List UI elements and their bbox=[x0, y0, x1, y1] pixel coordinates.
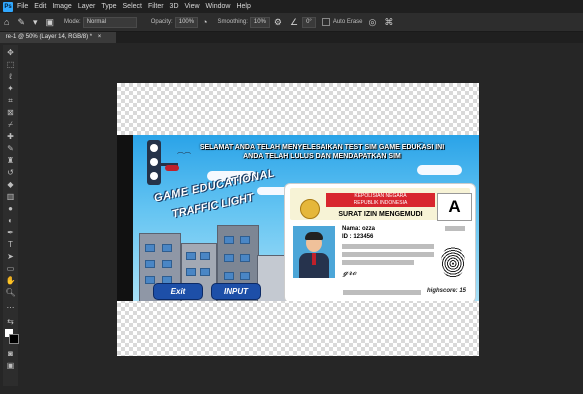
exit-button[interactable]: Exit bbox=[153, 283, 203, 300]
document-tab[interactable]: re-1 @ 50% (Layer 14, RGB/8) * × bbox=[0, 32, 116, 43]
menu-window[interactable]: Window bbox=[206, 3, 231, 10]
banner-line-2: ANDA TELAH LULUS DAN MENDAPATKAN SIM bbox=[243, 153, 401, 160]
info-bar bbox=[445, 226, 465, 231]
menu-select[interactable]: Select bbox=[123, 3, 142, 10]
background-color-swatch[interactable] bbox=[9, 334, 19, 344]
gradient-tool-icon[interactable]: ▥ bbox=[3, 192, 18, 202]
eraser-tool-icon[interactable]: ◆ bbox=[3, 180, 18, 190]
smoothing-options-icon[interactable]: ⚙ bbox=[274, 17, 282, 28]
angle-field[interactable]: 0° bbox=[302, 16, 316, 28]
completion-banner: SELAMAT ANDA TELAH MENYELESAIKAN TEST SI… bbox=[191, 143, 453, 161]
brush-preset-icon[interactable]: ▾ bbox=[33, 17, 38, 28]
license-authority: KEPOLISIAN NEGARA REPUBLIK INDONESIA bbox=[326, 193, 435, 207]
mode-label: Mode: bbox=[64, 19, 81, 25]
menu-type[interactable]: Type bbox=[101, 3, 116, 10]
brush-settings-icon[interactable]: ▣ bbox=[46, 17, 55, 28]
menu-edit[interactable]: Edit bbox=[34, 3, 46, 10]
type-tool-icon[interactable]: T bbox=[3, 240, 18, 250]
history-brush-tool-icon[interactable]: ↺ bbox=[3, 168, 18, 178]
lasso-tool-icon[interactable]: ℓ bbox=[3, 72, 18, 82]
highscore-text: highscore: 15 bbox=[427, 288, 467, 294]
fingerprint-icon bbox=[441, 246, 465, 278]
authority-line-1: KEPOLISIAN NEGARA bbox=[354, 193, 407, 199]
zoom-tool-icon[interactable]: 🔍︎ bbox=[3, 288, 18, 298]
license-title: SURAT IZIN MENGEMUDI bbox=[338, 211, 423, 218]
pressure-size-icon[interactable]: ◎ bbox=[369, 17, 377, 28]
car-icon bbox=[165, 165, 179, 171]
traffic-light-icon bbox=[147, 140, 161, 185]
info-bar bbox=[342, 260, 414, 265]
document-tabbar: re-1 @ 50% (Layer 14, RGB/8) * × bbox=[0, 32, 583, 43]
menu-help[interactable]: Help bbox=[236, 3, 250, 10]
more-tools-icon[interactable]: ⋯ bbox=[3, 303, 18, 313]
healing-brush-tool-icon[interactable]: ✚ bbox=[3, 132, 18, 142]
home-icon[interactable]: ⌂ bbox=[4, 17, 9, 27]
menu-filter[interactable]: Filter bbox=[148, 3, 164, 10]
menu-view[interactable]: View bbox=[185, 3, 200, 10]
swap-colors-icon[interactable]: ⇆ bbox=[3, 317, 18, 327]
screen-mode-icon[interactable]: ▣ bbox=[3, 361, 18, 371]
clone-stamp-tool-icon[interactable]: ♜ bbox=[3, 156, 18, 166]
symmetry-icon[interactable]: ⌘ bbox=[384, 17, 393, 28]
angle-icon[interactable]: ∠ bbox=[290, 17, 298, 28]
options-bar: ⌂ ✎ ▾ ▣ Mode: Normal Opacity: 100% ◔ Smo… bbox=[0, 13, 583, 32]
move-tool-icon[interactable]: ✥ bbox=[3, 48, 18, 58]
tools-panel: ✥ ⬚ ℓ ✦ ⌗ ⊠ ⌿ ✚ ✎ ♜ ↺ ◆ ▥ ● ◐ ✒ T ➤ ▭ ✋ … bbox=[3, 45, 19, 386]
frame-tool-icon[interactable]: ⊠ bbox=[3, 108, 18, 118]
banner-line-1: SELAMAT ANDA TELAH MENYELESAIKAN TEST SI… bbox=[199, 144, 445, 151]
crop-tool-icon[interactable]: ⌗ bbox=[3, 96, 18, 106]
opacity-label: Opacity: bbox=[150, 19, 173, 25]
dodge-tool-icon[interactable]: ◐ bbox=[3, 216, 18, 226]
document-tab-title: re-1 @ 50% (Layer 14, RGB/8) * bbox=[4, 34, 93, 40]
pressure-opacity-icon[interactable]: ◔ bbox=[202, 17, 207, 27]
rectangle-tool-icon[interactable]: ▭ bbox=[3, 264, 18, 274]
brush-tool-icon[interactable]: ✎ bbox=[17, 17, 25, 28]
driver-license-card: KEPOLISIAN NEGARA REPUBLIK INDONESIA SUR… bbox=[284, 183, 476, 301]
holder-name: Nama: ozza bbox=[342, 226, 376, 232]
bird-icon: ⌒⌒ bbox=[177, 153, 191, 160]
menu-bar: Ps File Edit Image Layer Type Select Fil… bbox=[0, 0, 583, 13]
holder-photo bbox=[293, 226, 335, 278]
building bbox=[257, 255, 287, 301]
pen-tool-icon[interactable]: ✒ bbox=[3, 228, 18, 238]
close-icon[interactable]: × bbox=[98, 34, 102, 40]
smoothing-label: Smoothing: bbox=[217, 19, 248, 25]
auto-erase-label: Auto Erase bbox=[332, 19, 363, 25]
quick-mask-icon[interactable]: ◙ bbox=[3, 349, 18, 359]
input-button[interactable]: INPUT bbox=[211, 283, 261, 300]
cloud bbox=[417, 165, 462, 175]
blur-tool-icon[interactable]: ● bbox=[3, 204, 18, 214]
magic-wand-tool-icon[interactable]: ✦ bbox=[3, 84, 18, 94]
eyedropper-tool-icon[interactable]: ⌿ bbox=[3, 120, 18, 130]
photoshop-logo[interactable]: Ps bbox=[3, 1, 13, 12]
menu-layer[interactable]: Layer bbox=[78, 3, 96, 10]
police-emblem-icon bbox=[300, 199, 320, 219]
info-bar bbox=[342, 244, 434, 249]
marquee-tool-icon[interactable]: ⬚ bbox=[3, 60, 18, 70]
opacity-field[interactable]: 100% bbox=[174, 16, 199, 28]
path-selection-tool-icon[interactable]: ➤ bbox=[3, 252, 18, 262]
left-black-band bbox=[117, 135, 133, 301]
auto-erase-checkbox[interactable] bbox=[321, 18, 330, 26]
info-bar bbox=[343, 290, 421, 295]
hand-tool-icon[interactable]: ✋ bbox=[3, 276, 18, 286]
license-header: KEPOLISIAN NEGARA REPUBLIK INDONESIA SUR… bbox=[290, 188, 472, 221]
license-grade: A bbox=[437, 193, 472, 221]
brush-tool-icon-active[interactable]: ✎ bbox=[3, 144, 18, 154]
info-bar bbox=[342, 252, 434, 257]
smoothing-field[interactable]: 10% bbox=[249, 16, 270, 28]
mode-select[interactable]: Normal bbox=[82, 16, 137, 28]
signature-icon: 𝓰𝓻𝓸 bbox=[343, 268, 357, 278]
menu-3d[interactable]: 3D bbox=[170, 3, 179, 10]
holder-id: ID : 123456 bbox=[342, 234, 374, 240]
menu-file[interactable]: File bbox=[17, 3, 28, 10]
menu-image[interactable]: Image bbox=[52, 3, 71, 10]
game-artwork: ⌒⌒ ⌒ SELAMAT ANDA TELAH MENYELESAIKAN TE… bbox=[117, 135, 479, 301]
authority-line-2: REPUBLIK INDONESIA bbox=[353, 200, 408, 206]
